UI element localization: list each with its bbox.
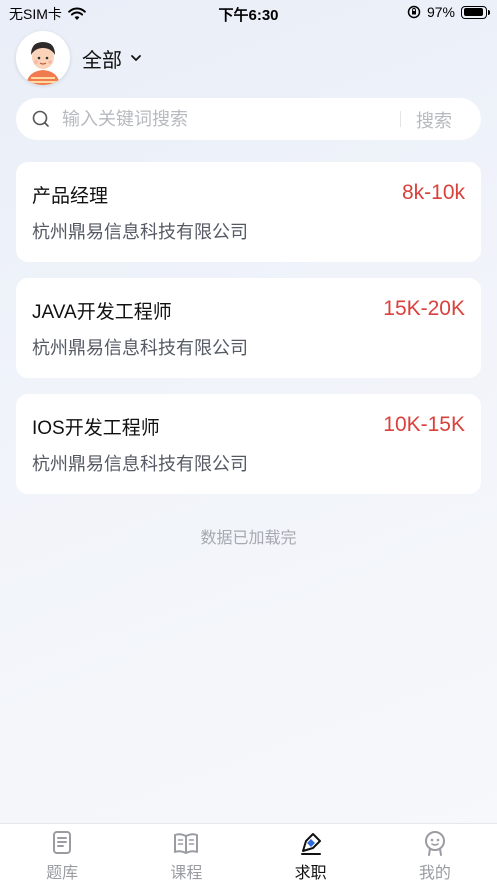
tab-label: 求职 xyxy=(294,865,327,882)
job-title: IOS开发工程师 xyxy=(32,418,160,439)
job-company: 杭州鼎易信息科技有限公司 xyxy=(32,454,248,474)
job-card[interactable]: IOS开发工程师 10K-15K 杭州鼎易信息科技有限公司 xyxy=(16,394,481,494)
chevron-down-icon xyxy=(131,55,141,61)
tab-label: 题库 xyxy=(46,865,79,882)
tab-profile[interactable]: 我的 xyxy=(373,824,497,883)
job-title: 产品经理 xyxy=(32,186,109,207)
job-company: 杭州鼎易信息科技有限公司 xyxy=(32,338,248,358)
job-list: 产品经理 8k-10k 杭州鼎易信息科技有限公司 JAVA开发工程师 15K-2… xyxy=(16,162,481,510)
search-bar: 搜索 xyxy=(16,98,481,140)
orientation-lock-icon xyxy=(407,5,421,19)
tab-label: 我的 xyxy=(418,865,451,882)
filter-label: 全部 xyxy=(82,49,122,72)
job-card[interactable]: 产品经理 8k-10k 杭州鼎易信息科技有限公司 xyxy=(16,162,481,262)
job-salary: 10K-15K xyxy=(383,413,465,436)
search-input[interactable] xyxy=(62,108,382,130)
status-bar: 无SIM卡 下午6:30 97% xyxy=(0,0,497,26)
search-button[interactable]: 搜索 xyxy=(416,107,452,133)
job-salary: 8k-10k xyxy=(401,181,465,204)
job-pen-icon xyxy=(300,833,321,855)
avatar-icon xyxy=(16,31,70,85)
search-divider xyxy=(400,111,401,127)
category-filter-dropdown[interactable]: 全部 xyxy=(82,44,142,73)
question-bank-icon xyxy=(53,831,72,854)
avatar[interactable] xyxy=(16,31,70,85)
job-title: JAVA开发工程师 xyxy=(32,302,172,323)
tab-label: 课程 xyxy=(170,865,203,882)
job-salary: 15K-20K xyxy=(383,297,465,320)
job-card[interactable]: JAVA开发工程师 15K-20K 杭州鼎易信息科技有限公司 xyxy=(16,278,481,378)
tab-bar: 题库 课程 求职 我的 xyxy=(0,823,497,883)
end-of-list-text: 数据已加载完 xyxy=(200,530,297,547)
tab-jobs[interactable]: 求职 xyxy=(249,824,373,883)
header: 全部 xyxy=(16,31,142,85)
job-company: 杭州鼎易信息科技有限公司 xyxy=(32,222,248,242)
search-icon xyxy=(32,110,49,127)
tab-courses[interactable]: 课程 xyxy=(124,824,248,883)
tab-question-bank[interactable]: 题库 xyxy=(0,824,124,883)
book-icon xyxy=(174,833,199,854)
battery-icon xyxy=(461,5,490,19)
battery-percent: 97% xyxy=(426,4,455,20)
profile-icon xyxy=(424,831,445,856)
